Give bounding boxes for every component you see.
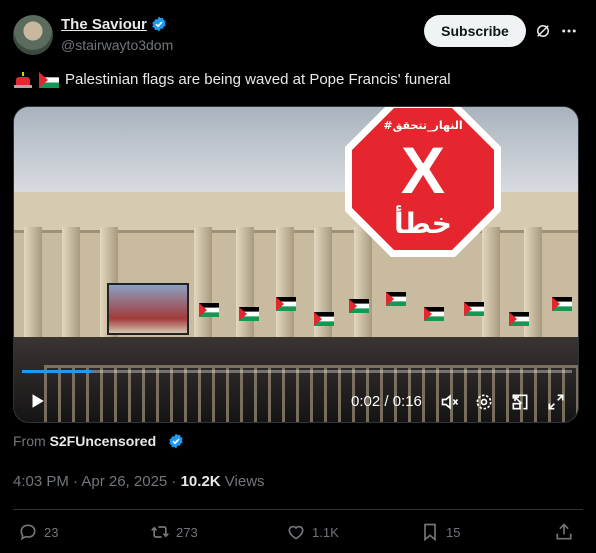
- overlay-mark: X: [401, 133, 445, 207]
- repost-button[interactable]: 273: [150, 522, 198, 542]
- siren-icon: [14, 71, 32, 88]
- post-text-row: Palestinian flags are being waved at Pop…: [13, 71, 451, 88]
- video-progress-fill: [22, 370, 91, 373]
- share-button[interactable]: [554, 522, 574, 542]
- views-label: Views: [220, 473, 265, 490]
- flag: [349, 299, 369, 313]
- reply-icon: [20, 524, 36, 541]
- post-text: Palestinian flags are being waved at Pop…: [65, 71, 451, 88]
- video-jumbotron: [107, 283, 189, 335]
- flag: [276, 297, 296, 311]
- repost-count: 273: [176, 524, 198, 540]
- post-time[interactable]: 4:03 PM · Apr 26, 2025 ·: [13, 473, 181, 490]
- author-handle[interactable]: @stairwayto3dom: [61, 37, 173, 53]
- like-button[interactable]: 1.1K: [286, 522, 339, 542]
- video-time: 0:02 / 0:16: [351, 393, 422, 410]
- views-count: 10.2K: [180, 473, 221, 490]
- source-name[interactable]: S2FUncensored: [50, 433, 157, 449]
- settings-icon[interactable]: [474, 392, 494, 412]
- overlay-banner: #النهار_تتحقق: [383, 119, 462, 132]
- flag: [464, 302, 484, 316]
- source-verified-icon: [169, 433, 183, 449]
- from-label: From: [13, 433, 46, 449]
- mute-icon[interactable]: [440, 392, 460, 412]
- bookmark-button[interactable]: 15: [420, 522, 460, 542]
- author-name[interactable]: The Saviour: [61, 16, 147, 33]
- post-meta: 4:03 PM · Apr 26, 2025 · 10.2K Views: [13, 473, 265, 490]
- false-stop-sign-icon: #النهار_تتحقق X خطأ: [345, 107, 501, 257]
- share-icon: [556, 523, 572, 540]
- fullscreen-icon[interactable]: [546, 392, 566, 412]
- subscribe-button[interactable]: Subscribe: [424, 15, 526, 47]
- avatar[interactable]: [13, 15, 53, 55]
- grok-icon[interactable]: [534, 22, 552, 40]
- like-count: 1.1K: [312, 524, 339, 540]
- divider: [13, 509, 583, 510]
- flag: [424, 307, 444, 321]
- picture-in-picture-icon[interactable]: [510, 392, 530, 412]
- flag: [386, 292, 406, 306]
- source-attribution: From S2FUncensored: [13, 433, 156, 449]
- reply-count: 23: [44, 524, 59, 540]
- flag: [239, 307, 259, 321]
- bookmark-count: 15: [446, 524, 461, 540]
- overlay-label: خطأ: [394, 205, 452, 240]
- more-options-icon[interactable]: [560, 22, 578, 40]
- video-progress-track[interactable]: [22, 370, 572, 373]
- video-player[interactable]: #النهار_تتحقق X خطأ 0:02 / 0:16: [13, 106, 579, 423]
- verified-badge-icon: [152, 16, 166, 32]
- flag: [509, 312, 529, 326]
- video-fence: [44, 365, 578, 422]
- play-icon[interactable]: [28, 392, 46, 410]
- heart-icon: [288, 525, 304, 540]
- flag: [552, 297, 572, 311]
- bookmark-icon: [424, 523, 436, 542]
- palestine-flag-icon: [39, 71, 59, 88]
- flag: [199, 303, 219, 317]
- reply-button[interactable]: 23: [18, 522, 58, 542]
- repost-icon: [151, 526, 169, 538]
- flag: [314, 312, 334, 326]
